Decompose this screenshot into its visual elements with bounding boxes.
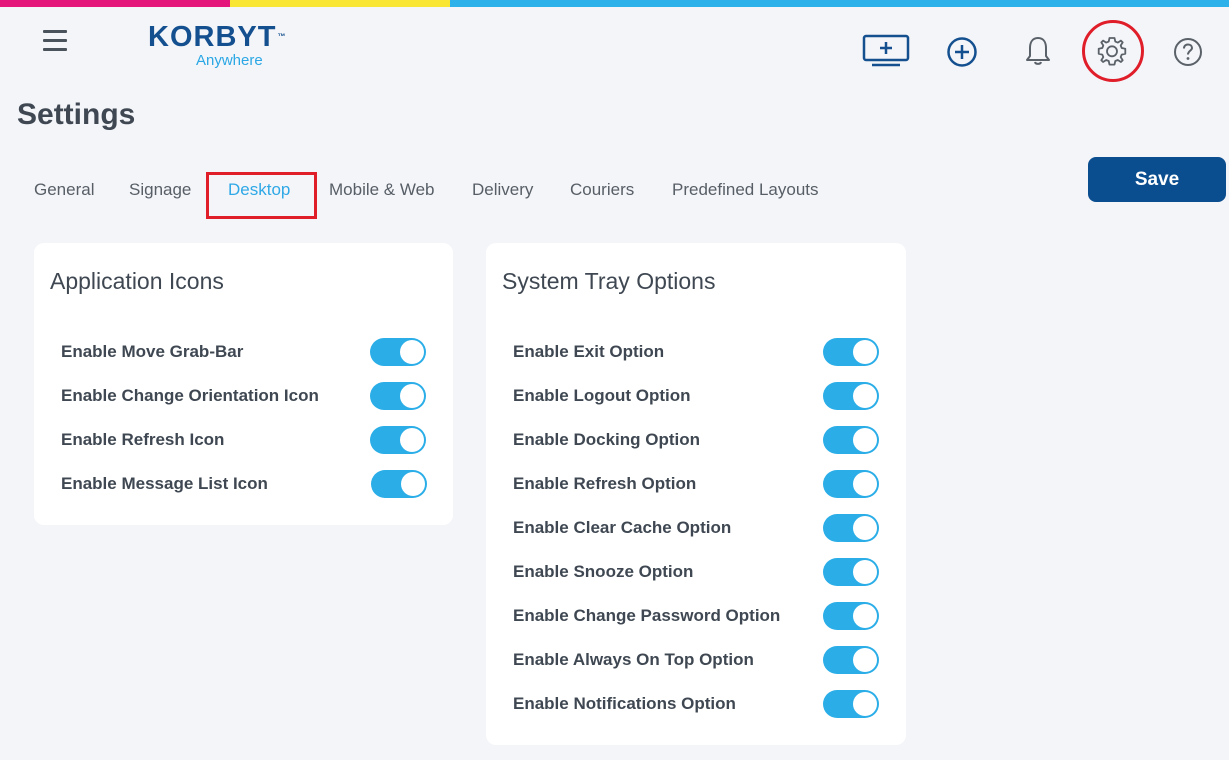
list-item: Enable Exit Option	[513, 337, 664, 367]
toggle-message-list-icon[interactable]	[371, 470, 427, 498]
tab-highlight-annotation	[206, 172, 317, 219]
toggle-logout-option[interactable]	[823, 382, 879, 410]
toggle-exit-option[interactable]	[823, 338, 879, 366]
toggle-docking-option[interactable]	[823, 426, 879, 454]
system-tray-options-card: System Tray Options Enable Exit Option E…	[486, 243, 906, 745]
stripe-pink	[0, 0, 230, 7]
toggle-notifications-option[interactable]	[823, 690, 879, 718]
list-item: Enable Notifications Option	[513, 689, 736, 719]
toggle-knob	[853, 516, 877, 540]
page-title: Settings	[17, 98, 136, 131]
tab-predefined-layouts[interactable]: Predefined Layouts	[672, 180, 819, 200]
list-item: Enable Always On Top Option	[513, 645, 754, 675]
toggle-label: Enable Clear Cache Option	[513, 518, 732, 537]
toggle-snooze-option[interactable]	[823, 558, 879, 586]
logo-text: KORBYT	[148, 21, 277, 53]
toggle-label: Enable Refresh Option	[513, 474, 697, 493]
list-item: Enable Refresh Option	[513, 469, 696, 499]
toggle-label: Enable Snooze Option	[513, 562, 694, 581]
toggle-refresh-icon[interactable]	[370, 426, 426, 454]
menu-icon[interactable]	[43, 30, 67, 54]
toggle-knob	[400, 340, 424, 364]
list-item: Enable Logout Option	[513, 381, 691, 411]
list-item: Enable Docking Option	[513, 425, 700, 455]
list-item: Enable Message List Icon	[61, 469, 268, 499]
toggle-label: Enable Notifications Option	[513, 694, 736, 713]
list-item: Enable Change Orientation Icon	[61, 381, 319, 411]
settings-tabs: General Signage Desktop Mobile & Web Del…	[16, 172, 916, 216]
logo-wordmark: KORBYT ™	[148, 22, 288, 52]
list-item: Enable Move Grab-Bar	[61, 337, 243, 367]
toggle-move-grab-bar[interactable]	[370, 338, 426, 366]
toggle-knob	[400, 384, 424, 408]
toggle-knob	[400, 428, 424, 452]
toggle-knob	[853, 340, 877, 364]
toggle-knob	[853, 648, 877, 672]
toggle-label: Enable Exit Option	[513, 342, 665, 361]
toggle-label: Enable Logout Option	[513, 386, 691, 405]
toggle-always-on-top-option[interactable]	[823, 646, 879, 674]
toggle-knob	[853, 428, 877, 452]
toggle-clear-cache-option[interactable]	[823, 514, 879, 542]
logo-tm: ™	[277, 32, 287, 41]
tab-couriers[interactable]: Couriers	[570, 180, 634, 200]
application-icons-card: Application Icons Enable Move Grab-Bar E…	[34, 243, 453, 525]
plus-circle-icon[interactable]	[946, 36, 978, 68]
korbyt-logo: KORBYT ™ Anywhere	[148, 22, 288, 72]
tab-delivery[interactable]: Delivery	[472, 180, 533, 200]
card-title: Application Icons	[50, 268, 224, 294]
tab-signage[interactable]: Signage	[129, 180, 191, 200]
list-item: Enable Clear Cache Option	[513, 513, 731, 543]
toggle-knob	[853, 692, 877, 716]
toggle-knob	[853, 472, 877, 496]
card-title: System Tray Options	[502, 268, 716, 294]
toggle-label: Enable Change Orientation Icon	[61, 386, 319, 405]
toggle-label: Enable Move Grab-Bar	[61, 342, 244, 361]
save-button[interactable]: Save	[1088, 157, 1226, 202]
list-item: Enable Snooze Option	[513, 557, 693, 587]
tab-general[interactable]: General	[34, 180, 94, 200]
toggle-knob	[853, 604, 877, 628]
toggle-knob	[853, 560, 877, 584]
display-add-icon[interactable]	[862, 34, 910, 68]
toggle-knob	[853, 384, 877, 408]
toggle-change-password-option[interactable]	[823, 602, 879, 630]
toggle-knob	[401, 472, 425, 496]
list-item: Enable Refresh Icon	[61, 425, 224, 455]
tab-mobile-web[interactable]: Mobile & Web	[329, 180, 435, 200]
toggle-label: Enable Message List Icon	[61, 474, 268, 493]
toggle-label: Enable Change Password Option	[513, 606, 781, 625]
toggle-label: Enable Docking Option	[513, 430, 701, 449]
toggle-label: Enable Always On Top Option	[513, 650, 754, 669]
logo-subtitle: Anywhere	[196, 52, 263, 69]
list-item: Enable Change Password Option	[513, 601, 780, 631]
toggle-label: Enable Refresh Icon	[61, 430, 225, 449]
bell-icon[interactable]	[1023, 35, 1053, 67]
help-icon[interactable]	[1173, 37, 1203, 67]
stripe-cyan	[450, 0, 1229, 7]
toggle-refresh-option[interactable]	[823, 470, 879, 498]
toggle-change-orientation-icon[interactable]	[370, 382, 426, 410]
gear-highlight-annotation	[1082, 20, 1144, 82]
stripe-yellow	[230, 0, 450, 7]
brand-color-stripe	[0, 0, 1229, 7]
